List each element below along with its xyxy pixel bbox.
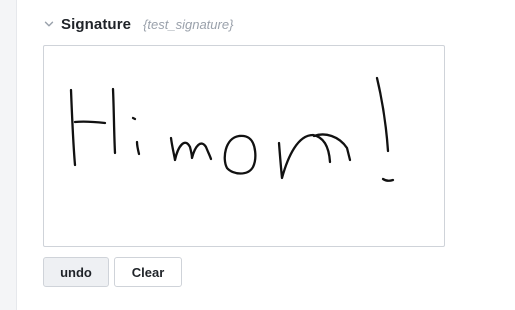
undo-button[interactable]: undo (43, 257, 109, 287)
field-title: Signature (61, 15, 132, 33)
signature-pad[interactable] (43, 45, 445, 247)
chevron-down-icon[interactable] (43, 18, 55, 30)
form-panel: Signature {test_signature} undo Clear (16, 0, 515, 310)
field-key: {test_signature} (143, 16, 234, 32)
field-header: Signature {test_signature} (43, 12, 233, 36)
signature-drawing (69, 76, 395, 182)
clear-button[interactable]: Clear (114, 257, 182, 287)
